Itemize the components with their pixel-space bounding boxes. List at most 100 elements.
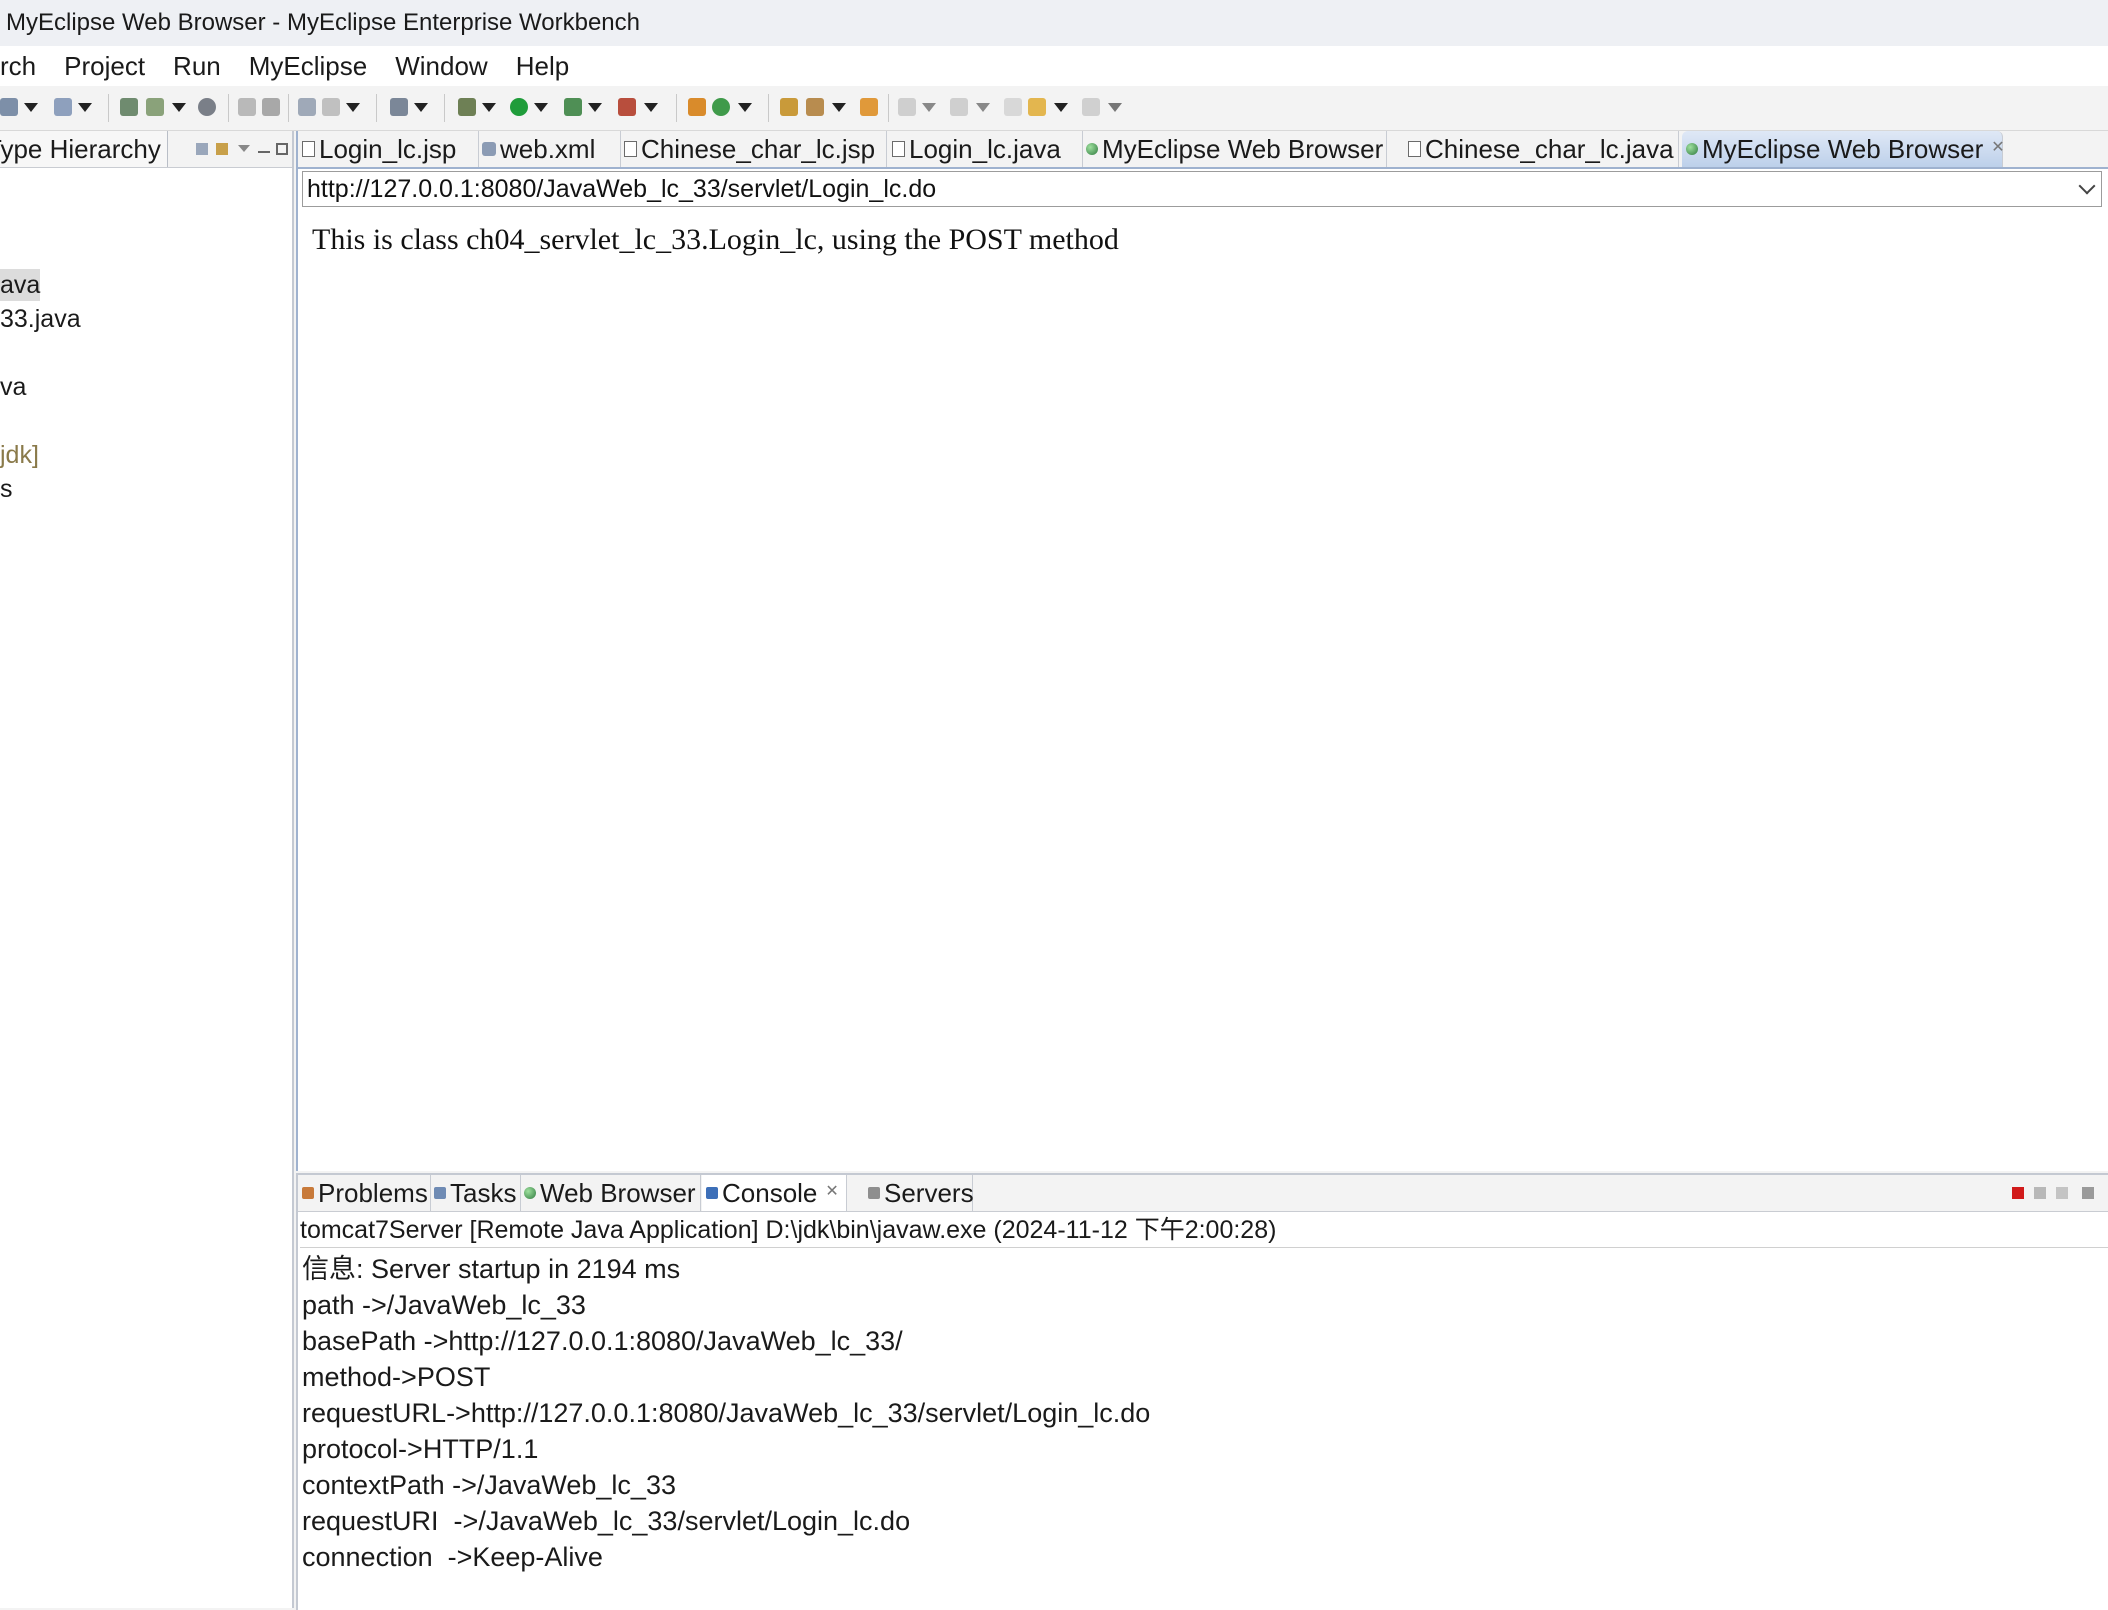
type-hierarchy-view: Type Hierarchy ava 33.java va jdk] s	[0, 131, 294, 1608]
menu-help[interactable]: Help	[502, 46, 583, 86]
terminate-icon[interactable]	[2012, 1187, 2024, 1199]
edit-dropdown-icon[interactable]	[832, 103, 846, 112]
tab-tasks[interactable]: Tasks	[430, 1175, 521, 1211]
new-package-icon[interactable]	[688, 98, 706, 116]
new-wizard-dropdown-icon[interactable]	[24, 103, 38, 112]
debug-dropdown-icon[interactable]	[482, 103, 496, 112]
menu-window[interactable]: Window	[381, 46, 501, 86]
window-title-bar: MyEclipse Web Browser - MyEclipse Enterp…	[0, 0, 2108, 46]
collapse-all-icon[interactable]	[196, 143, 208, 155]
tab-chinese-char-lc-jsp[interactable]: Chinese_char_lc.jsp	[620, 131, 887, 167]
tree-item-va[interactable]: va	[0, 371, 26, 403]
tree-item-jdk-library[interactable]: jdk]	[0, 439, 39, 471]
coverage-dropdown-icon[interactable]	[644, 103, 658, 112]
new-class-dropdown-icon[interactable]	[738, 103, 752, 112]
toolbar-separator	[288, 94, 289, 122]
back-icon[interactable]	[1028, 98, 1046, 116]
open-perspective-icon[interactable]	[298, 98, 316, 116]
view-menu-icon[interactable]	[238, 145, 250, 152]
open-type-dropdown-icon[interactable]	[78, 103, 92, 112]
redeploy-icon[interactable]	[262, 98, 280, 116]
console-options-icon[interactable]	[2082, 1187, 2094, 1199]
remove-all-icon[interactable]	[2056, 1187, 2068, 1199]
open-folder-icon[interactable]	[780, 98, 798, 116]
run-external-icon[interactable]	[564, 98, 582, 116]
tree-item-33-java[interactable]: 33.java	[0, 303, 81, 335]
chevron-down-icon[interactable]	[2078, 177, 2096, 195]
tree-item-label: s	[0, 475, 13, 503]
tab-web-browser[interactable]: Web Browser	[520, 1175, 701, 1211]
tab-problems[interactable]: Problems	[298, 1175, 431, 1211]
menu-myeclipse[interactable]: MyEclipse	[235, 46, 381, 86]
menu-run[interactable]: Run	[159, 46, 235, 86]
next-annotation-dropdown-icon[interactable]	[922, 103, 936, 112]
close-tab-icon[interactable]: ✕	[825, 1174, 838, 1210]
prev-annotation-icon[interactable]	[950, 98, 968, 116]
menu-bar: rch Project Run MyEclipse Window Help	[0, 46, 2108, 86]
browser-icon[interactable]	[390, 98, 408, 116]
console-output: 信息: Server startup in 2194 ms path ->/Ja…	[302, 1251, 1150, 1575]
debug-icon[interactable]	[458, 98, 476, 116]
console-process-label: tomcat7Server [Remote Java Application] …	[300, 1216, 1277, 1244]
toolbar-separator	[228, 94, 229, 122]
prev-annotation-dropdown-icon[interactable]	[976, 103, 990, 112]
server-globe-icon[interactable]	[198, 98, 216, 116]
tab-myeclipse-web-browser-active[interactable]: MyEclipse Web Browser ✕	[1682, 130, 2005, 167]
run-icon[interactable]	[510, 98, 528, 116]
forward-dropdown-icon[interactable]	[1108, 103, 1122, 112]
tab-web-xml[interactable]: web.xml	[478, 131, 621, 167]
toolbar-separator	[444, 94, 445, 122]
new-project-icon[interactable]	[120, 98, 138, 116]
url-input[interactable]	[303, 172, 2067, 206]
close-tab-icon[interactable]: ✕	[1991, 130, 2004, 166]
menu-search[interactable]: rch	[0, 46, 50, 86]
open-type-icon[interactable]	[54, 98, 72, 116]
back-dropdown-icon[interactable]	[1054, 103, 1068, 112]
tab-chinese-char-lc-java[interactable]: Chinese_char_lc.java	[1404, 131, 1679, 167]
search-icon[interactable]	[860, 98, 878, 116]
deploy-icon[interactable]	[238, 98, 256, 116]
link-with-editor-icon[interactable]	[216, 143, 228, 155]
browser-page-content: This is class ch04_servlet_lc_33.Login_l…	[312, 223, 1119, 257]
browser-globe-icon	[524, 1187, 536, 1200]
tab-myeclipse-web-browser[interactable]: MyEclipse Web Browser	[1082, 131, 1387, 167]
toolbar-separator	[676, 94, 677, 122]
edit-icon[interactable]	[806, 98, 824, 116]
new-file-dropdown-icon[interactable]	[172, 103, 186, 112]
tab-label: Tasks	[450, 1178, 517, 1208]
tab-label: Login_lc.jsp	[319, 134, 457, 164]
minimize-icon[interactable]	[258, 151, 270, 153]
remove-launch-icon[interactable]	[2034, 1187, 2046, 1199]
run-external-dropdown-icon[interactable]	[588, 103, 602, 112]
new-class-icon[interactable]	[712, 98, 730, 116]
maximize-icon[interactable]	[276, 143, 288, 155]
coverage-icon[interactable]	[618, 98, 636, 116]
new-wizard-icon[interactable]	[0, 98, 18, 116]
forward-icon[interactable]	[1082, 98, 1100, 116]
console-line: requestURL->http://127.0.0.1:8080/JavaWe…	[302, 1398, 1151, 1428]
console-line: 信息: Server startup in 2194 ms	[302, 1254, 681, 1284]
new-file-icon[interactable]	[146, 98, 164, 116]
tab-login-lc-jsp[interactable]: Login_lc.jsp	[298, 131, 479, 167]
menu-project[interactable]: Project	[50, 46, 159, 86]
console-line: method->POST	[302, 1362, 491, 1392]
tab-label: MyEclipse Web Browser	[1702, 134, 1984, 164]
tab-label: Chinese_char_lc.jsp	[641, 134, 876, 164]
tab-label: web.xml	[500, 134, 596, 164]
tab-login-lc-java[interactable]: Login_lc.java	[888, 131, 1083, 167]
db-dropdown-icon[interactable]	[346, 103, 360, 112]
tree-item-s[interactable]: s	[0, 473, 13, 505]
run-dropdown-icon[interactable]	[534, 103, 548, 112]
tab-label: Problems	[318, 1178, 428, 1208]
editor-area: Login_lc.jsp web.xml Chinese_char_lc.jsp…	[296, 131, 2108, 1171]
tree-item-ava[interactable]: ava	[0, 269, 41, 301]
tab-type-hierarchy[interactable]: Type Hierarchy	[0, 131, 168, 167]
next-annotation-icon[interactable]	[898, 98, 916, 116]
db-icon[interactable]	[322, 98, 340, 116]
tab-console[interactable]: Console ✕	[702, 1175, 847, 1211]
xml-file-icon	[482, 142, 496, 157]
browser-dropdown-icon[interactable]	[414, 103, 428, 112]
tab-label: Web Browser	[540, 1178, 696, 1208]
tab-servers[interactable]: Servers	[864, 1175, 974, 1211]
last-edit-icon[interactable]	[1004, 98, 1022, 116]
